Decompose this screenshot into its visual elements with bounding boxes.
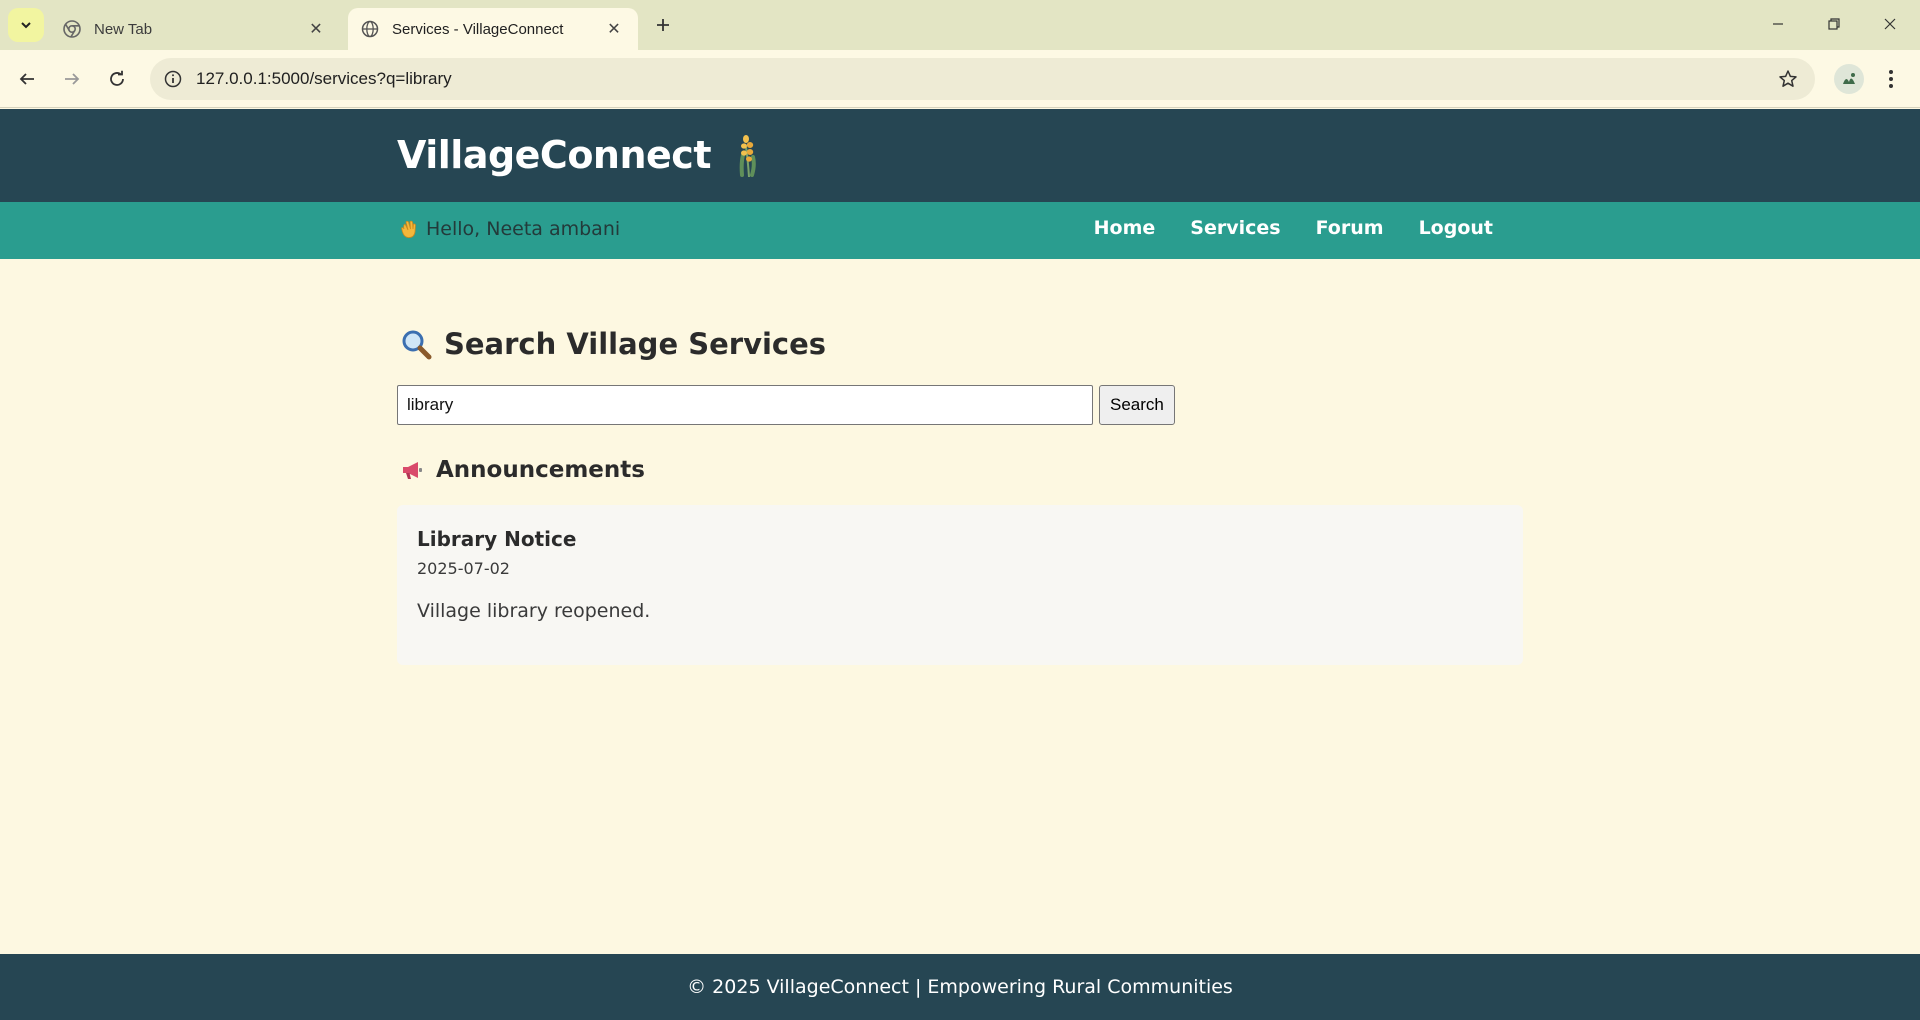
tab-title: Services - VillageConnect bbox=[392, 20, 564, 38]
arrow-right-icon bbox=[65, 73, 80, 85]
main-content: Search Village Services Search Announcem… bbox=[397, 259, 1523, 665]
close-icon bbox=[1884, 18, 1896, 30]
nav-links: Home Services Forum Logout bbox=[1094, 217, 1493, 239]
greeting-text: Hello, Neeta ambani bbox=[426, 218, 621, 240]
more-vertical-icon bbox=[1889, 70, 1893, 88]
search-heading: Search Village Services bbox=[397, 327, 1523, 361]
nav-forum[interactable]: Forum bbox=[1316, 217, 1384, 239]
tab-services[interactable]: Services - VillageConnect ✕ bbox=[348, 8, 638, 50]
wheat-icon bbox=[733, 133, 763, 177]
bookmark-star-icon[interactable] bbox=[1773, 64, 1803, 94]
url-text[interactable]: 127.0.0.1:5000/services?q=library bbox=[196, 69, 1773, 89]
window-close-button[interactable] bbox=[1862, 0, 1918, 48]
reload-icon bbox=[110, 70, 124, 86]
chrome-icon bbox=[62, 19, 82, 39]
site-header: VillageConnect bbox=[0, 109, 1920, 202]
restore-icon bbox=[1828, 18, 1840, 30]
tab-strip: New Tab ✕ Services - VillageConnect ✕ bbox=[0, 0, 1920, 50]
announcement-title: Library Notice bbox=[417, 527, 577, 551]
waving-hand-icon bbox=[400, 219, 418, 239]
site-nav-bar: Hello, Neeta ambani Home Services Forum … bbox=[0, 202, 1920, 259]
new-tab-button[interactable] bbox=[650, 12, 676, 38]
megaphone-icon bbox=[400, 459, 424, 481]
search-input[interactable] bbox=[397, 385, 1093, 425]
forward-button[interactable] bbox=[55, 62, 89, 96]
nav-home[interactable]: Home bbox=[1094, 217, 1156, 239]
site-brand[interactable]: VillageConnect bbox=[397, 133, 763, 177]
user-greeting: Hello, Neeta ambani bbox=[400, 218, 620, 240]
address-bar[interactable]: 127.0.0.1:5000/services?q=library bbox=[150, 58, 1815, 100]
tab-search-button[interactable] bbox=[8, 8, 44, 42]
tab-new-tab[interactable]: New Tab ✕ bbox=[50, 8, 340, 50]
announcement-date: 2025-07-02 bbox=[417, 559, 510, 578]
info-icon[interactable] bbox=[162, 68, 184, 90]
search-button[interactable]: Search bbox=[1099, 385, 1175, 425]
arrow-left-icon bbox=[19, 73, 34, 85]
close-icon[interactable]: ✕ bbox=[602, 17, 626, 41]
close-icon[interactable]: ✕ bbox=[304, 17, 328, 41]
minimize-icon bbox=[1773, 23, 1783, 25]
browser-menu-button[interactable] bbox=[1876, 64, 1906, 94]
minimize-button[interactable] bbox=[1750, 0, 1806, 48]
footer-text: © 2025 VillageConnect | Empowering Rural… bbox=[687, 976, 1233, 998]
avatar-icon bbox=[1843, 73, 1855, 84]
nav-logout[interactable]: Logout bbox=[1419, 217, 1493, 239]
announcement-card: Library Notice 2025-07-02 Village librar… bbox=[397, 505, 1523, 665]
back-button[interactable] bbox=[10, 62, 44, 96]
announcement-body: Village library reopened. bbox=[417, 600, 651, 622]
magnifier-icon bbox=[400, 328, 432, 360]
announcements-heading: Announcements bbox=[397, 457, 1523, 483]
tab-title: New Tab bbox=[94, 20, 153, 38]
browser-toolbar: 127.0.0.1:5000/services?q=library bbox=[0, 50, 1920, 108]
restore-button[interactable] bbox=[1806, 0, 1862, 48]
reload-button[interactable] bbox=[100, 62, 134, 96]
plus-icon bbox=[657, 19, 669, 31]
search-form: Search bbox=[397, 385, 1523, 425]
globe-icon bbox=[360, 19, 380, 39]
chevron-down-icon bbox=[21, 22, 31, 29]
nav-services[interactable]: Services bbox=[1190, 217, 1280, 239]
site-footer: © 2025 VillageConnect | Empowering Rural… bbox=[0, 954, 1920, 1020]
profile-avatar[interactable] bbox=[1834, 64, 1864, 94]
search-heading-text: Search Village Services bbox=[444, 327, 827, 361]
announcements-heading-text: Announcements bbox=[436, 457, 645, 483]
brand-name: VillageConnect bbox=[397, 133, 712, 177]
